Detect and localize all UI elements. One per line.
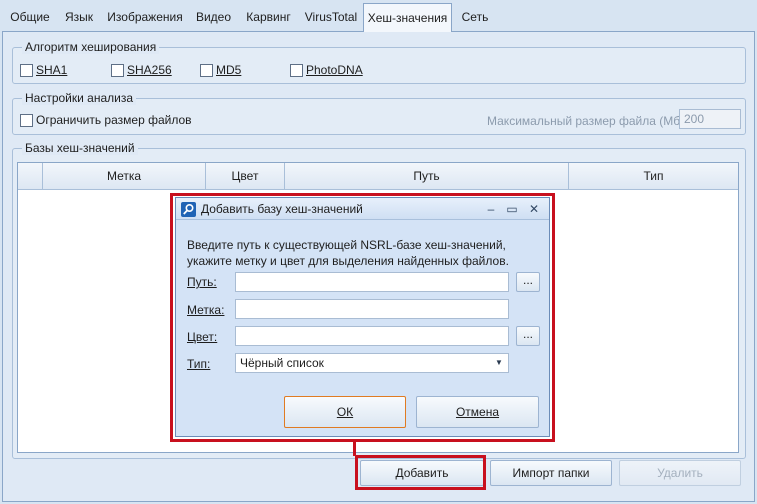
tab-hash-values[interactable]: Хеш-значения [363,3,452,32]
sha1-checkbox-box[interactable] [20,63,33,77]
md5-checkbox[interactable]: MD5 [200,62,241,78]
max-file-size-label: Максимальный размер файла (Мб): [487,114,688,128]
path-label: Путь: [187,275,217,289]
sha1-checkbox[interactable]: SHA1 [20,62,67,78]
tab-carving[interactable]: Карвинг [241,5,296,30]
photodna-checkbox[interactable]: PhotoDNA [290,62,363,78]
tab-images[interactable]: Изображения [104,5,186,30]
photodna-checkbox-box[interactable] [290,63,303,77]
photodna-label: PhotoDNA [306,63,363,77]
md5-checkbox-box[interactable] [200,63,213,77]
tab-general[interactable]: Общие [6,5,54,30]
ok-button-label: ОК [336,405,354,419]
maximize-icon[interactable]: ▭ [503,200,521,218]
max-file-size-input[interactable]: 200 [679,109,741,129]
limit-file-size-label: Ограничить размер файлов [36,113,192,127]
tab-bar: Общие Язык Изображения Видео Карвинг Vir… [0,0,757,32]
close-icon[interactable]: ✕ [525,200,543,218]
type-select[interactable]: Чёрный список ▼ [235,353,509,373]
tab-language[interactable]: Язык [59,5,99,30]
color-label: Цвет: [187,330,218,344]
hash-algorithm-legend: Алгоритм хеширования [22,40,160,54]
analysis-settings-legend: Настройки анализа [22,91,137,105]
limit-file-size-checkbox[interactable]: Ограничить размер файлов [20,112,192,128]
add-hash-database-dialog: Добавить базу хеш-значений – ▭ ✕ Введите… [175,197,550,437]
type-label: Тип: [187,357,211,371]
ok-button[interactable]: ОК [284,396,406,428]
column-header-tag[interactable]: Метка [43,163,206,189]
tab-video[interactable]: Видео [191,5,236,30]
tab-virustotal[interactable]: VirusTotal [300,5,362,30]
minimize-icon[interactable]: – [482,200,500,218]
dialog-title-bar[interactable]: Добавить базу хеш-значений – ▭ ✕ [176,198,549,220]
sha1-label: SHA1 [36,63,68,77]
tab-network[interactable]: Сеть [455,5,495,30]
chevron-down-icon[interactable]: ▼ [492,356,506,370]
table-header: Метка Цвет Путь Тип [18,163,738,190]
delete-button[interactable]: Удалить [619,460,741,486]
column-header-path[interactable]: Путь [285,163,569,189]
tag-label: Метка: [187,303,225,317]
cancel-button[interactable]: Отмена [416,396,539,428]
highlight-connector [353,440,356,456]
path-input[interactable] [235,272,509,292]
color-input[interactable] [235,326,509,346]
search-icon [181,202,196,217]
cancel-button-label: Отмена [455,405,500,419]
sha256-label: SHA256 [127,63,172,77]
type-select-value: Чёрный список [240,356,324,370]
sha256-checkbox-box[interactable] [111,63,124,77]
limit-file-size-checkbox-box[interactable] [20,113,33,127]
md5-label: MD5 [216,63,242,77]
hash-databases-legend: Базы хеш-значений [22,141,138,155]
column-header-type[interactable]: Тип [569,163,738,189]
import-folder-button[interactable]: Импорт папки [490,460,612,486]
add-button[interactable]: Добавить [360,460,484,486]
hash-algorithm-group: Алгоритм хеширования SHA1 SHA256 MD5 Pho… [12,40,746,84]
analysis-settings-group: Настройки анализа Ограничить размер файл… [12,91,746,135]
dialog-title: Добавить базу хеш-значений [201,202,363,216]
browse-path-button[interactable]: ... [516,272,540,292]
sha256-checkbox[interactable]: SHA256 [111,62,172,78]
tag-input[interactable] [235,299,509,319]
browse-color-button[interactable]: ... [516,326,540,346]
row-selector-header [18,163,43,189]
column-header-color[interactable]: Цвет [206,163,285,189]
dialog-description: Введите путь к существующей NSRL-базе хе… [187,238,509,268]
